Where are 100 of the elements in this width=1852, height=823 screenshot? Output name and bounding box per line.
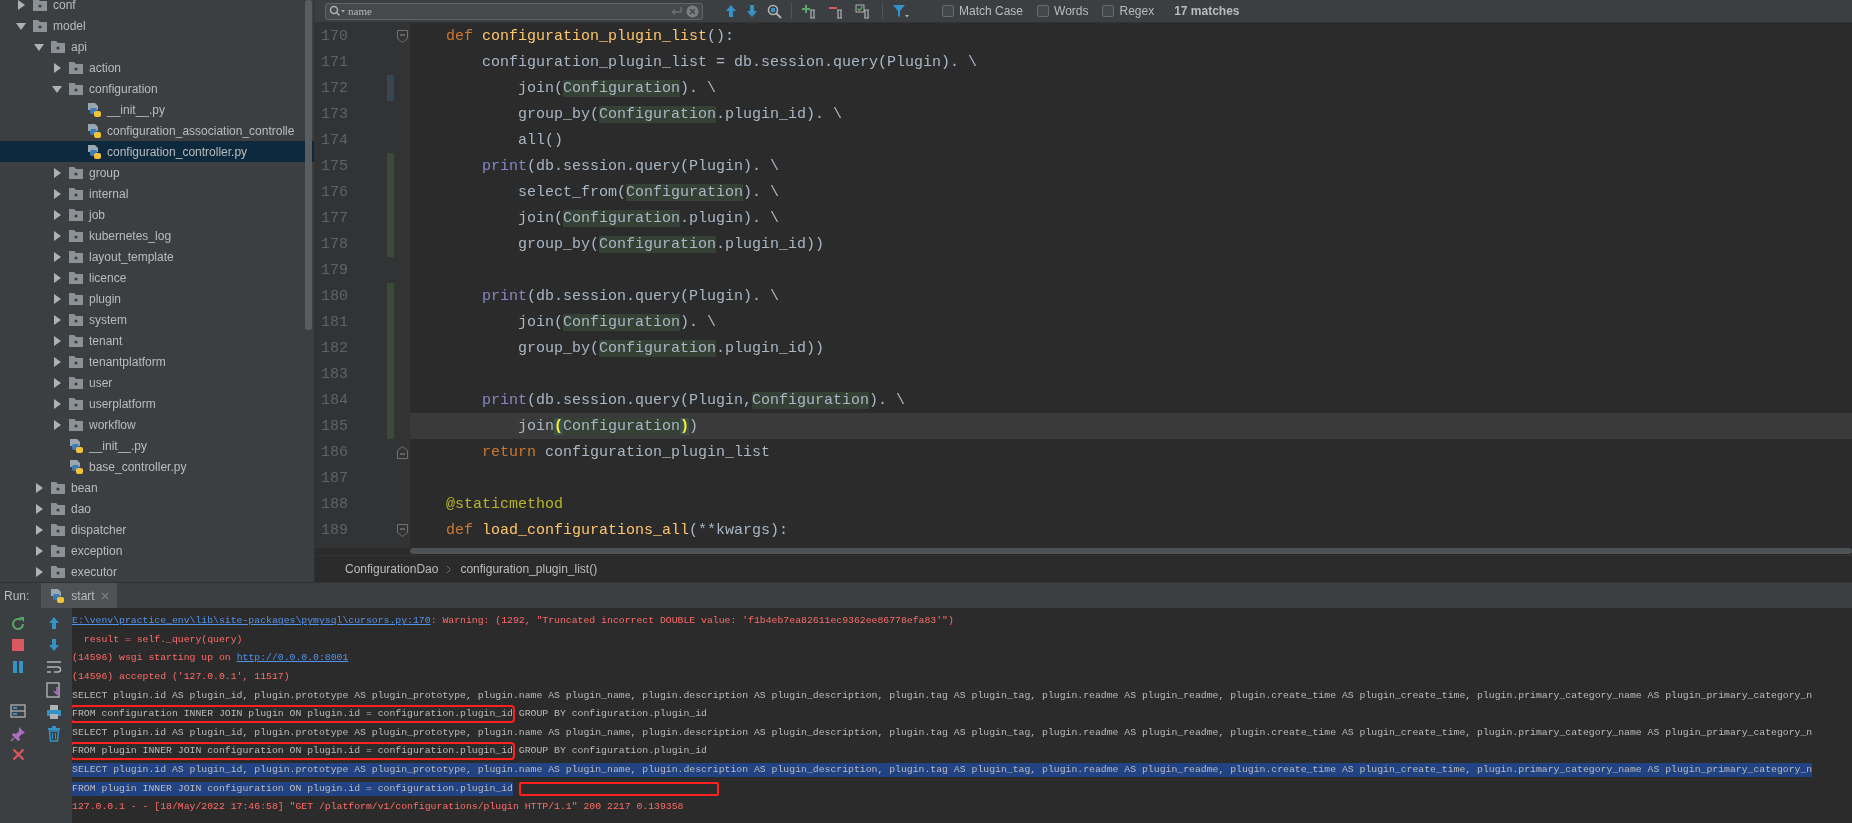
expand-arrow-icon[interactable] <box>52 272 62 283</box>
tree-item[interactable]: layout_template <box>89 249 174 264</box>
search-field[interactable]: name <box>325 2 703 20</box>
checkbox-label[interactable]: Regex <box>1119 4 1155 18</box>
expand-arrow-icon[interactable] <box>34 545 44 556</box>
expand-arrow-icon[interactable] <box>52 356 62 367</box>
expand-arrow-icon[interactable] <box>52 398 62 409</box>
tree-item[interactable]: bean <box>71 480 98 495</box>
expand-arrow-icon[interactable] <box>52 335 62 346</box>
tree-item[interactable]: job <box>89 207 105 222</box>
expand-arrow-icon[interactable] <box>52 83 62 94</box>
tree-item[interactable]: workflow <box>89 417 136 432</box>
previous-match-icon[interactable] <box>725 4 737 18</box>
expand-arrow-icon[interactable] <box>52 419 62 430</box>
expand-arrow-icon[interactable] <box>52 293 62 304</box>
tree-item[interactable]: action <box>89 60 122 75</box>
panel-title: Run: <box>4 588 30 603</box>
fold-icon[interactable] <box>396 523 408 537</box>
tree-item[interactable]: tenantplatform <box>89 354 166 369</box>
rerun-icon[interactable] <box>10 616 26 632</box>
expand-arrow-icon[interactable] <box>52 188 62 199</box>
folder-icon <box>50 480 66 495</box>
console-text: : Warning: (1292, "Truncated incorrect DOUBLE value: 'f1b4eb7ea82611ec9362ee86778efa83'") <box>430 614 954 629</box>
python-file-icon <box>86 101 102 118</box>
folder-icon <box>68 186 84 201</box>
tree-item[interactable]: tenant <box>89 333 123 348</box>
tree-item[interactable]: userplatform <box>89 396 156 411</box>
tree-item[interactable]: kubernetes_log <box>89 228 172 243</box>
fold-icon[interactable] <box>396 29 408 43</box>
folder-icon <box>50 564 66 579</box>
folder-icon <box>68 375 84 390</box>
console-link[interactable]: http://0.0.0.0:8001 <box>236 651 349 666</box>
fold-icon[interactable] <box>396 445 408 459</box>
find-in-window-icon[interactable] <box>767 3 782 19</box>
python-file-icon <box>68 458 84 475</box>
expand-arrow-icon[interactable] <box>34 41 44 52</box>
soft-wrap-icon[interactable] <box>46 660 62 674</box>
close-icon[interactable] <box>11 748 25 761</box>
tree-item[interactable]: licence <box>89 270 127 285</box>
tree-item[interactable]: user <box>89 375 113 390</box>
tree-item[interactable]: __init__.py <box>89 438 148 453</box>
expand-arrow-icon[interactable] <box>52 377 62 388</box>
expand-arrow-icon[interactable] <box>34 503 44 514</box>
search-icon[interactable] <box>329 5 345 17</box>
tree-item[interactable]: dao <box>71 501 92 516</box>
console-text: 127.0.0.1 - - [18/May/2022 17:46:58] "GET /platform/v1/configurations/plugin HTTP/1.1" 200 2217 0.139358 <box>72 800 684 815</box>
checkbox-label[interactable]: Words <box>1054 4 1089 18</box>
pause-icon[interactable] <box>12 660 24 674</box>
folder-icon <box>68 312 84 327</box>
search-input[interactable]: name <box>348 5 668 17</box>
expand-arrow-icon[interactable] <box>16 0 26 10</box>
scroll-to-end-icon[interactable] <box>46 682 62 698</box>
tree-item[interactable]: executor <box>71 564 118 579</box>
tree-item[interactable]: conf <box>53 0 76 12</box>
expand-arrow-icon[interactable] <box>34 482 44 493</box>
expand-arrow-icon[interactable] <box>52 209 62 220</box>
breadcrumb-item[interactable]: configuration_plugin_list() <box>460 562 598 576</box>
scrollbar[interactable] <box>410 548 1852 554</box>
print-icon[interactable] <box>46 704 62 720</box>
filter-icon[interactable] <box>892 3 910 19</box>
stop-icon[interactable] <box>11 638 25 652</box>
tree-item[interactable]: system <box>89 312 127 327</box>
code-line: join(Configuration). \ <box>517 313 717 331</box>
down-arrow-icon[interactable] <box>48 638 60 652</box>
tree-item[interactable]: plugin <box>89 291 122 306</box>
expand-arrow-icon[interactable] <box>34 524 44 535</box>
tree-item[interactable]: dispatcher <box>71 522 127 537</box>
tree-item[interactable]: exception <box>71 543 123 558</box>
next-match-icon[interactable] <box>746 4 758 18</box>
expand-arrow-icon[interactable] <box>52 62 62 73</box>
breadcrumb-item[interactable]: ConfigurationDao <box>345 562 439 576</box>
expand-arrow-icon[interactable] <box>16 20 26 31</box>
console-link[interactable]: E:\venv\practice_env\lib\site-packages\pymysql\cursors.py:170 <box>72 614 431 629</box>
tree-item[interactable]: group <box>89 165 120 180</box>
tree-item[interactable]: model <box>53 18 86 33</box>
expand-arrow-icon[interactable] <box>52 251 62 262</box>
trash-icon[interactable] <box>47 726 61 742</box>
checkbox-label[interactable]: Match Case <box>959 4 1024 18</box>
layout-icon[interactable] <box>10 704 26 718</box>
checkbox[interactable] <box>942 5 954 17</box>
tree-item[interactable]: __init__.py <box>107 102 166 117</box>
tree-item[interactable]: configuration_association_controlle <box>107 123 295 138</box>
folder-icon <box>68 396 84 411</box>
code-line: group_by(Configuration.plugin_id)) <box>517 235 825 253</box>
tree-item[interactable]: api <box>71 39 87 54</box>
up-arrow-icon[interactable] <box>48 616 60 630</box>
clear-icon[interactable] <box>686 4 699 18</box>
checkbox[interactable] <box>1102 5 1115 17</box>
scrollbar[interactable] <box>305 0 312 330</box>
expand-arrow-icon[interactable] <box>52 167 62 178</box>
expand-arrow-icon[interactable] <box>52 230 62 241</box>
expand-arrow-icon[interactable] <box>34 566 44 577</box>
code-line: join(Configuration)) <box>517 417 699 435</box>
run-tab[interactable]: start <box>41 583 117 608</box>
tree-item[interactable]: base_controller.py <box>89 459 187 474</box>
expand-arrow-icon[interactable] <box>52 314 62 325</box>
pin-icon[interactable] <box>10 726 26 742</box>
tree-item[interactable]: internal <box>89 186 129 201</box>
checkbox[interactable] <box>1037 5 1050 17</box>
tree-item[interactable]: configuration <box>89 81 158 96</box>
